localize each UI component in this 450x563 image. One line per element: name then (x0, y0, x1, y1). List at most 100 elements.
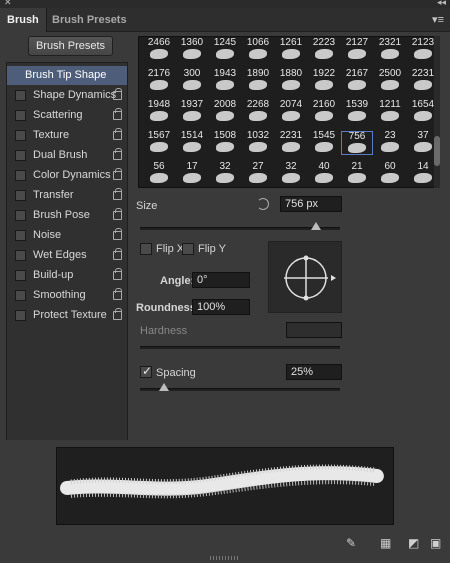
size-field[interactable]: 756 px (280, 196, 342, 212)
brush-tip-cell[interactable]: 2268 (242, 100, 274, 124)
brush-tip-cell[interactable]: 1245 (209, 38, 241, 62)
angle-field[interactable]: 0° (192, 272, 250, 288)
size-slider-track[interactable] (140, 227, 340, 230)
sidebar-item-wet-edges[interactable]: Wet Edges (7, 246, 127, 265)
brush-tip-cell[interactable]: 17 (176, 162, 208, 186)
resize-grip[interactable] (210, 556, 240, 560)
checkbox[interactable] (15, 150, 26, 161)
brush-tip-cell[interactable]: 23 (374, 131, 406, 155)
checkbox[interactable] (15, 190, 26, 201)
brush-tip-cell[interactable]: 1514 (176, 131, 208, 155)
sidebar-item-scattering[interactable]: Scattering (7, 106, 127, 125)
lock-icon[interactable] (113, 148, 122, 160)
brush-tip-cell[interactable]: 1261 (275, 38, 307, 62)
brush-tip-cell[interactable]: 40 (308, 162, 340, 186)
panel-menu-icon[interactable]: ▾≡ (432, 13, 444, 26)
checkbox[interactable] (15, 270, 26, 281)
lock-icon[interactable] (113, 128, 122, 140)
angle-roundness-widget[interactable] (268, 241, 342, 313)
brush-tip-cell[interactable]: 1508 (209, 131, 241, 155)
tab-brush[interactable]: Brush (0, 8, 47, 32)
checkbox[interactable] (15, 170, 26, 181)
checkbox[interactable] (15, 110, 26, 121)
lock-icon[interactable] (113, 208, 122, 220)
brush-tip-cell[interactable]: 2321 (374, 38, 406, 62)
flip-x-checkbox[interactable] (140, 243, 152, 255)
tab-brush-presets[interactable]: Brush Presets (45, 8, 134, 32)
collapse-icon[interactable]: ◂◂ (437, 0, 446, 8)
lock-icon[interactable] (113, 228, 122, 240)
brush-tip-cell[interactable]: 1211 (374, 100, 406, 124)
brush-tip-cell[interactable]: 2176 (143, 69, 175, 93)
spacing-slider-track[interactable] (140, 388, 340, 391)
brush-tip-cell[interactable]: 1943 (209, 69, 241, 93)
checkbox[interactable] (15, 210, 26, 221)
delete-icon[interactable]: ▣ (430, 536, 441, 550)
brush-tip-cell[interactable]: 2231 (275, 131, 307, 155)
lock-icon[interactable] (113, 88, 122, 100)
scrollbar-thumb[interactable] (434, 136, 440, 166)
brush-tip-cell[interactable]: 300 (176, 69, 208, 93)
roundness-field[interactable]: 100% (192, 299, 250, 315)
spacing-field[interactable]: 25% (286, 364, 342, 380)
grid-scrollbar[interactable] (434, 36, 440, 188)
spacing-checkbox[interactable] (140, 364, 152, 378)
spacing-slider-thumb[interactable] (159, 383, 169, 391)
checkbox[interactable] (15, 310, 26, 321)
lock-icon[interactable] (113, 268, 122, 280)
size-slider-thumb[interactable] (311, 222, 321, 230)
brush-tip-cell[interactable]: 2008 (209, 100, 241, 124)
checkbox[interactable] (15, 230, 26, 241)
brush-tip-cell[interactable]: 1937 (176, 100, 208, 124)
brush-tip-cell[interactable]: 1066 (242, 38, 274, 62)
new-preset-icon[interactable]: ◩ (408, 536, 419, 550)
brush-tip-cell[interactable]: 2074 (275, 100, 307, 124)
brush-tip-cell[interactable]: 2466 (143, 38, 175, 62)
lock-icon[interactable] (113, 168, 122, 180)
lock-icon[interactable] (113, 288, 122, 300)
brush-tip-cell[interactable]: 32 (209, 162, 241, 186)
brush-tip-cell[interactable]: 60 (374, 162, 406, 186)
brush-tip-cell[interactable]: 1567 (143, 131, 175, 155)
lock-icon[interactable] (113, 248, 122, 260)
sidebar-item-protect-texture[interactable]: Protect Texture (7, 306, 127, 325)
sidebar-item-smoothing[interactable]: Smoothing (7, 286, 127, 305)
checkbox[interactable] (15, 290, 26, 301)
sidebar-item-brush-tip-shape[interactable]: Brush Tip Shape (7, 66, 127, 85)
lock-icon[interactable] (113, 308, 122, 320)
sidebar-item-build-up[interactable]: Build-up (7, 266, 127, 285)
sidebar-item-shape-dynamics[interactable]: Shape Dynamics (7, 86, 127, 105)
brush-tip-cell[interactable]: 1360 (176, 38, 208, 62)
brush-tip-cell[interactable]: 1890 (242, 69, 274, 93)
brush-presets-button[interactable]: Brush Presets (28, 36, 113, 56)
sidebar-item-noise[interactable]: Noise (7, 226, 127, 245)
brush-tip-cell[interactable]: 1539 (341, 100, 373, 124)
close-icon[interactable]: ✕ (4, 0, 12, 8)
reset-size-icon[interactable] (257, 198, 269, 210)
brush-tip-cell[interactable]: 756 (341, 131, 373, 155)
brush-tip-cell[interactable]: 1545 (308, 131, 340, 155)
flip-y-checkbox[interactable] (182, 243, 194, 255)
checkbox[interactable] (15, 90, 26, 101)
brush-tip-cell[interactable]: 27 (242, 162, 274, 186)
brush-tip-cell[interactable]: 2167 (341, 69, 373, 93)
brush-tip-cell[interactable]: 2160 (308, 100, 340, 124)
brush-tip-cell[interactable]: 21 (341, 162, 373, 186)
brush-tip-cell[interactable]: 1880 (275, 69, 307, 93)
brush-tip-cell[interactable]: 1922 (308, 69, 340, 93)
brush-tip-cell[interactable]: 56 (143, 162, 175, 186)
checkbox[interactable] (15, 250, 26, 261)
grid-icon[interactable]: ▦ (380, 536, 391, 550)
brush-tip-cell[interactable]: 1948 (143, 100, 175, 124)
brush-tip-cell[interactable]: 1032 (242, 131, 274, 155)
sidebar-item-transfer[interactable]: Transfer (7, 186, 127, 205)
lock-icon[interactable] (113, 188, 122, 200)
brush-pressure-icon[interactable]: ✎ (346, 536, 356, 550)
brush-tip-cell[interactable]: 2127 (341, 38, 373, 62)
angle-compass-icon[interactable] (269, 242, 343, 314)
brush-tip-cell[interactable]: 32 (275, 162, 307, 186)
brush-tip-cell[interactable]: 2500 (374, 69, 406, 93)
sidebar-item-brush-pose[interactable]: Brush Pose (7, 206, 127, 225)
sidebar-item-color-dynamics[interactable]: Color Dynamics (7, 166, 127, 185)
sidebar-item-texture[interactable]: Texture (7, 126, 127, 145)
